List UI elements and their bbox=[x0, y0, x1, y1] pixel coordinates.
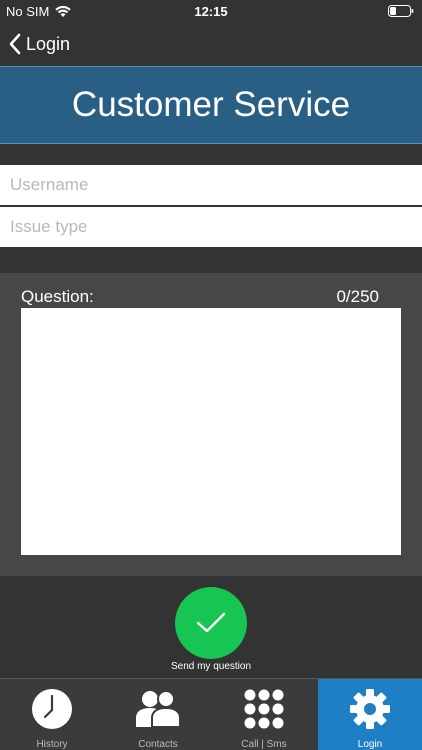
tab-history[interactable]: History bbox=[0, 679, 104, 750]
question-label: Question: bbox=[21, 287, 94, 306]
send-question-label: Send my question bbox=[170, 661, 252, 672]
send-question-button[interactable] bbox=[175, 587, 247, 659]
page-header: Customer Service bbox=[0, 66, 422, 144]
status-bar: No SIM 12:15 bbox=[0, 0, 422, 22]
dialpad-icon bbox=[244, 689, 284, 729]
character-counter: 0/250 bbox=[336, 287, 379, 306]
checkmark-icon bbox=[196, 612, 226, 633]
back-label: Login bbox=[26, 33, 71, 54]
username-input[interactable] bbox=[0, 165, 422, 205]
contacts-icon bbox=[136, 690, 181, 728]
question-textarea[interactable] bbox=[21, 308, 401, 555]
clock-icon bbox=[32, 689, 72, 729]
status-time: 12:15 bbox=[194, 4, 228, 19]
question-panel: Question: 0/250 bbox=[0, 273, 422, 576]
issue-type-input[interactable] bbox=[0, 207, 422, 247]
gear-icon bbox=[350, 689, 390, 729]
tab-call-sms[interactable]: Call | Sms bbox=[212, 679, 316, 750]
back-button[interactable]: Login bbox=[8, 30, 70, 58]
tab-label: Call | Sms bbox=[241, 739, 287, 750]
battery-icon bbox=[388, 5, 414, 17]
tab-login[interactable]: Login bbox=[318, 679, 422, 750]
customer-service-screen: No SIM 12:15 Login Customer Service Ques… bbox=[0, 0, 422, 750]
tab-contacts[interactable]: Contacts bbox=[106, 679, 210, 750]
tab-bar: History Contacts Call | Sms Login bbox=[0, 678, 422, 750]
tab-label: History bbox=[36, 739, 68, 750]
chevron-left-icon bbox=[9, 33, 21, 55]
nav-bar: Login bbox=[0, 22, 422, 66]
page-title: Customer Service bbox=[71, 85, 351, 124]
tab-label: Login bbox=[357, 739, 383, 750]
tab-label: Contacts bbox=[138, 739, 178, 750]
